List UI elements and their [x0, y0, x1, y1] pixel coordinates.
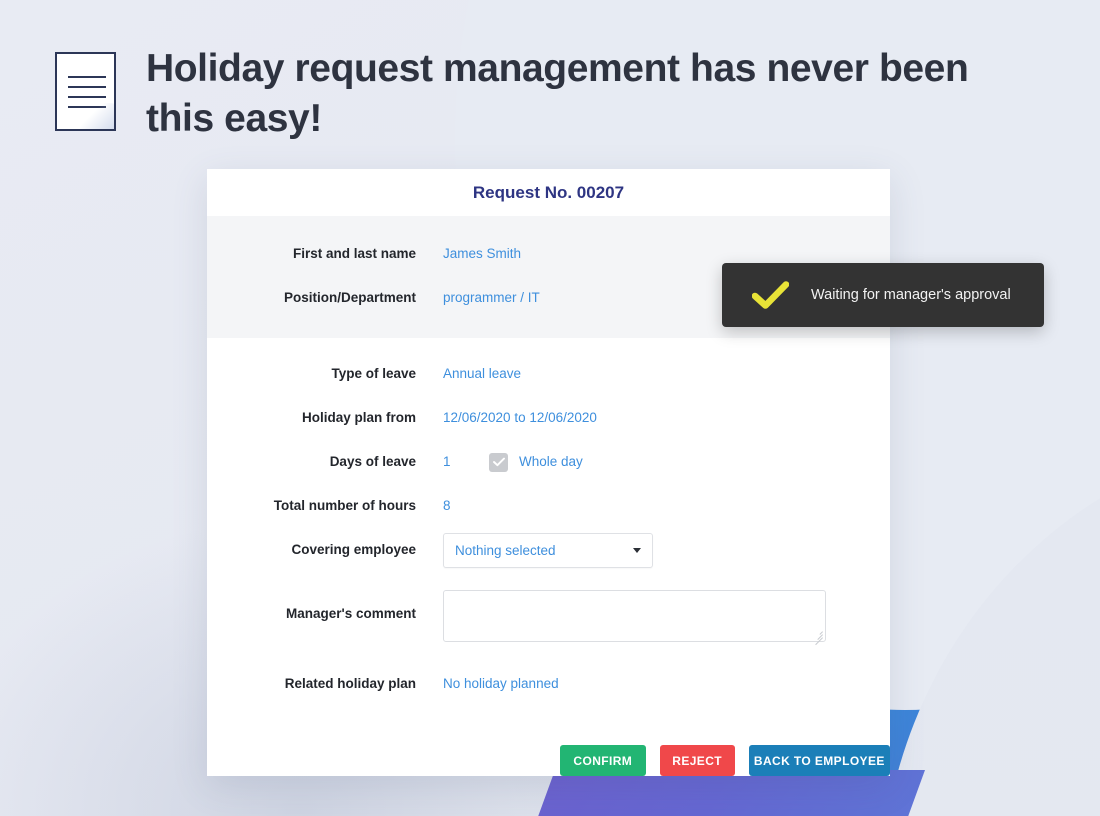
- field-label: Holiday plan from: [301, 410, 416, 426]
- whole-day-label: Whole day: [519, 454, 583, 470]
- request-card: Request No. 00207 First and last name Ja…: [207, 169, 890, 776]
- field-row-managers-comment: Manager's comment: [207, 590, 890, 646]
- field-value-holiday-dates: 12/06/2020 to 12/06/2020: [443, 410, 597, 426]
- field-value-related-plan: No holiday planned: [443, 676, 559, 692]
- field-value-total-hours: 8: [443, 498, 451, 514]
- field-label: Total number of hours: [273, 498, 416, 514]
- managers-comment-textarea[interactable]: [443, 590, 826, 646]
- whole-day-checkbox[interactable]: [489, 452, 508, 472]
- field-row-days-of-leave: Days of leave 1 Whole day: [207, 440, 890, 484]
- page-header: Holiday request management has never bee…: [0, 0, 1100, 144]
- page-headline: Holiday request management has never bee…: [146, 47, 969, 140]
- check-icon: [492, 457, 505, 467]
- field-label: Position/Department: [283, 290, 416, 306]
- field-value-position: programmer / IT: [443, 290, 540, 306]
- covering-employee-select[interactable]: Nothing selected: [443, 532, 653, 568]
- confirm-button[interactable]: CONFIRM: [560, 745, 646, 776]
- field-row-related-holiday-plan: Related holiday plan No holiday planned: [207, 662, 890, 706]
- field-row-type-of-leave: Type of leave Annual leave: [207, 352, 890, 396]
- chevron-down-icon: [633, 547, 641, 553]
- action-button-row: CONFIRM REJECT BACK TO EMPLOYEE: [207, 745, 890, 776]
- toast-message: Waiting for manager's approval: [811, 287, 1011, 303]
- field-row-covering-employee: Covering employee Nothing selected: [207, 528, 890, 572]
- back-to-employee-button[interactable]: BACK TO EMPLOYEE: [748, 745, 890, 776]
- leave-details-section: Type of leave Annual leave Holiday plan …: [207, 338, 890, 776]
- field-value-name: James Smith: [443, 246, 522, 262]
- field-value-type-of-leave: Annual leave: [443, 366, 522, 382]
- reject-button[interactable]: REJECT: [659, 745, 735, 776]
- document-line: [68, 76, 106, 78]
- request-title: Request No. 00207: [207, 169, 890, 216]
- document-lines-icon: [55, 52, 116, 131]
- field-label: Related holiday plan: [284, 676, 416, 692]
- purple-slant-shape: [533, 770, 925, 816]
- field-label: Covering employee: [291, 542, 416, 558]
- select-value: Nothing selected: [455, 542, 556, 558]
- document-line: [68, 96, 106, 98]
- document-line: [68, 86, 106, 88]
- field-label: Days of leave: [329, 454, 416, 470]
- field-row-total-number-of-hours: Total number of hours 8: [207, 484, 890, 528]
- field-row-holiday-plan-from: Holiday plan from 12/06/2020 to 12/06/20…: [207, 396, 890, 440]
- field-label: First and last name: [292, 246, 416, 262]
- status-toast[interactable]: Waiting for manager's approval: [722, 263, 1044, 327]
- field-label: Manager's comment: [286, 606, 416, 621]
- field-value-days-count: 1: [443, 454, 451, 470]
- field-label: Type of leave: [331, 366, 416, 382]
- check-icon: [752, 281, 789, 309]
- resize-handle-icon[interactable]: [812, 628, 823, 646]
- days-of-leave-group: 1 Whole day: [443, 452, 583, 472]
